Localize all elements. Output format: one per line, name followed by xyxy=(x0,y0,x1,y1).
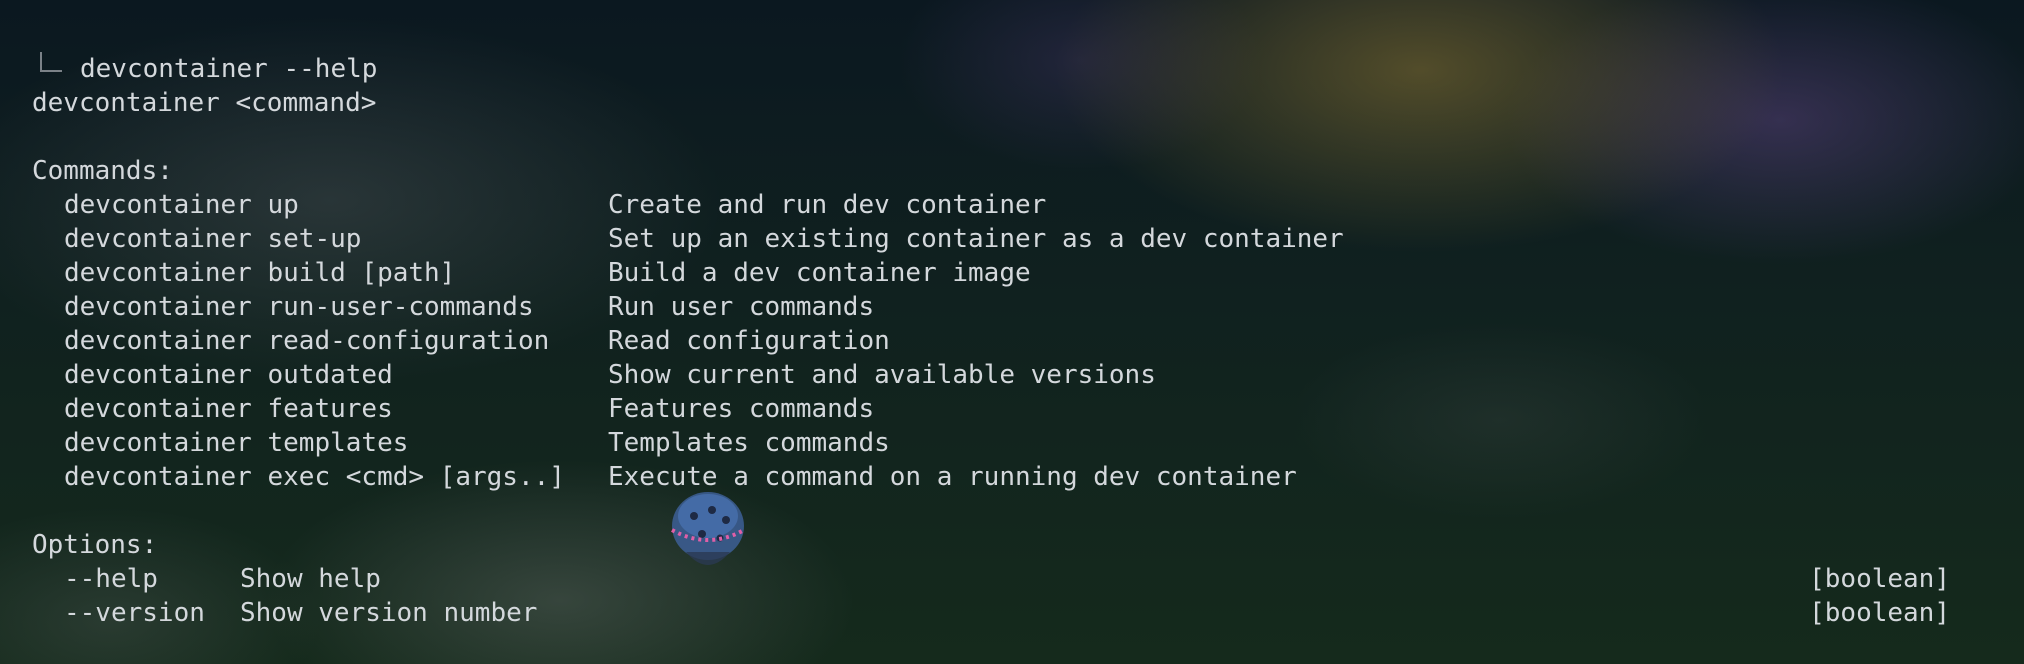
option-row: --help Show help [boolean] xyxy=(32,562,1992,596)
command-row: devcontainer run-user-commands Run user … xyxy=(32,290,1992,324)
command-row: devcontainer features Features commands xyxy=(32,392,1992,426)
command-description: Run user commands xyxy=(608,292,875,322)
commands-list: devcontainer up Create and run dev conta… xyxy=(32,188,1992,494)
prompt-corner-icon xyxy=(40,52,62,72)
terminal-output: devcontainer --help devcontainer <comman… xyxy=(32,52,1992,630)
command-row: devcontainer exec <cmd> [args..] Execute… xyxy=(32,460,1992,494)
command-description: Create and run dev container xyxy=(608,190,1047,220)
option-flag: --help xyxy=(64,564,158,594)
command-name: devcontainer run-user-commands xyxy=(64,292,534,322)
option-description: Show help xyxy=(240,564,381,594)
command-name: devcontainer build [path] xyxy=(64,258,456,288)
commands-heading: Commands: xyxy=(32,156,173,186)
command-description: Execute a command on a running dev conta… xyxy=(608,462,1297,492)
command-name: devcontainer features xyxy=(64,394,393,424)
terminal-window[interactable]: devcontainer --help devcontainer <comman… xyxy=(0,0,2024,664)
option-type: [boolean] xyxy=(1809,564,1950,594)
option-type: [boolean] xyxy=(1809,598,1950,628)
command-name: devcontainer set-up xyxy=(64,224,362,254)
command-name: devcontainer outdated xyxy=(64,360,393,390)
option-flag: --version xyxy=(64,598,205,628)
command-description: Build a dev container image xyxy=(608,258,1031,288)
command-description: Show current and available versions xyxy=(608,360,1156,390)
command-name: devcontainer templates xyxy=(64,428,409,458)
option-row: --version Show version number [boolean] xyxy=(32,596,1992,630)
command-name: devcontainer exec <cmd> [args..] xyxy=(64,462,565,492)
command-row: devcontainer set-up Set up an existing c… xyxy=(32,222,1992,256)
prompt-line: devcontainer --help xyxy=(32,52,1992,86)
options-list: --help Show help [boolean] --version Sho… xyxy=(32,562,1992,630)
command-row: devcontainer read-configuration Read con… xyxy=(32,324,1992,358)
command-row: devcontainer build [path] Build a dev co… xyxy=(32,256,1992,290)
command-description: Templates commands xyxy=(608,428,890,458)
command-name: devcontainer up xyxy=(64,190,299,220)
command-description: Read configuration xyxy=(608,326,890,356)
option-description: Show version number xyxy=(240,598,538,628)
command-row: devcontainer outdated Show current and a… xyxy=(32,358,1992,392)
command-row: devcontainer templates Templates command… xyxy=(32,426,1992,460)
command-description: Features commands xyxy=(608,394,875,424)
command-description: Set up an existing container as a dev co… xyxy=(608,224,1344,254)
command-name: devcontainer read-configuration xyxy=(64,326,550,356)
usage-line: devcontainer <command> xyxy=(32,88,377,118)
prompt-command: devcontainer --help xyxy=(80,54,378,84)
options-heading: Options: xyxy=(32,530,158,560)
command-row: devcontainer up Create and run dev conta… xyxy=(32,188,1992,222)
